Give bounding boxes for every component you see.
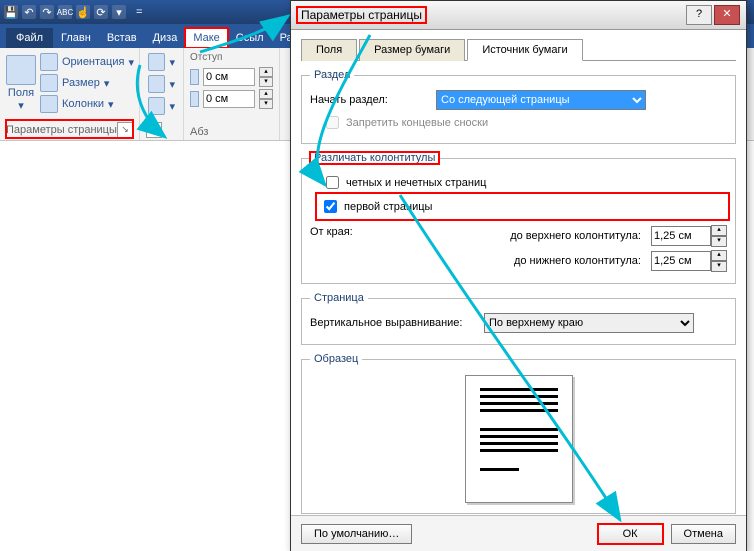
- tab-file[interactable]: Файл: [6, 28, 53, 48]
- margins-label: Поля: [8, 87, 34, 99]
- header-distance-label: до верхнего колонтитула:: [380, 230, 645, 242]
- spin-down[interactable]: ▾: [711, 261, 727, 272]
- paragraph-group-label: Абз: [190, 126, 208, 138]
- ok-button[interactable]: ОК: [598, 524, 663, 544]
- undo-icon[interactable]: ↶: [22, 5, 36, 19]
- suppress-endnotes-checkbox[interactable]: [326, 116, 339, 129]
- indent-left-input[interactable]: [203, 68, 255, 86]
- section-fieldset: Раздел Начать раздел: Со следующей стран…: [301, 69, 736, 144]
- tab-home[interactable]: Главн: [53, 28, 99, 48]
- columns-button[interactable]: Колонки▾: [38, 94, 136, 114]
- indent-right-input[interactable]: [203, 90, 255, 108]
- chevron-down-icon: ▾: [128, 56, 134, 69]
- section-start-label: Начать раздел:: [310, 94, 430, 106]
- tab-paper-source[interactable]: Источник бумаги: [467, 39, 582, 61]
- breaks-button[interactable]: ▾: [146, 52, 177, 72]
- indent-left-row: ▴▾: [190, 67, 273, 87]
- spin-down[interactable]: ▾: [259, 99, 273, 109]
- page-fieldset: Страница Вертикальное выравнивание: По в…: [301, 292, 736, 345]
- sample-fieldset: Образец: [301, 353, 736, 514]
- hyphenation-icon: [148, 97, 165, 115]
- page-setup-group-label: Параметры страницы: [6, 124, 117, 136]
- footer-distance-label: до нижнего колонтитула:: [380, 255, 645, 267]
- orientation-icon: [40, 53, 58, 71]
- abc-icon[interactable]: ABC: [58, 5, 72, 19]
- page-setup-group-footer: Параметры страницы ↘: [6, 120, 133, 138]
- page-legend: Страница: [310, 292, 368, 304]
- section-legend: Раздел: [310, 69, 354, 81]
- indent-right-row: ▴▾: [190, 89, 273, 109]
- size-button[interactable]: Размер▾: [38, 73, 136, 93]
- valign-select[interactable]: По верхнему краю: [484, 313, 694, 333]
- dropdown-icon[interactable]: ▾: [112, 5, 126, 19]
- columns-icon: [40, 95, 58, 113]
- suppress-endnotes-label: Запретить концевые сноски: [346, 117, 488, 129]
- tab-insert[interactable]: Встав: [99, 28, 145, 48]
- default-button[interactable]: По умолчанию…: [301, 524, 412, 544]
- headers-legend: Различать колонтитулы: [310, 152, 439, 164]
- page-setup-dialog-launcher[interactable]: ↘: [117, 122, 133, 138]
- line-numbers-ribbon-button[interactable]: ▾: [146, 74, 177, 94]
- breaks-icon: [148, 53, 165, 71]
- dialog-tabs: Поля Размер бумаги Источник бумаги: [301, 38, 736, 61]
- tab-layout[interactable]: Маке: [185, 28, 227, 48]
- touch-icon[interactable]: ☝: [76, 5, 90, 19]
- redo-icon[interactable]: ↷: [40, 5, 54, 19]
- page-setup-dialog: Параметры страницы ? ✕ Поля Размер бумаг…: [290, 0, 747, 551]
- page-preview: [465, 375, 573, 503]
- orientation-button[interactable]: Ориентация▾: [38, 52, 136, 72]
- line-numbers-icon: [148, 75, 165, 93]
- chevron-down-icon: ▾: [169, 56, 175, 69]
- tab-paper-size[interactable]: Размер бумаги: [359, 39, 465, 61]
- spin-up[interactable]: ▴: [259, 89, 273, 99]
- dialog-titlebar: Параметры страницы ? ✕: [291, 1, 746, 30]
- tab-design[interactable]: Диза: [145, 28, 186, 48]
- indent-label: Отступ: [190, 52, 273, 63]
- save-icon[interactable]: 💾: [4, 5, 18, 19]
- header-distance-input[interactable]: [651, 226, 711, 246]
- spin-up[interactable]: ▴: [259, 67, 273, 77]
- refresh-icon[interactable]: ⟳: [94, 5, 108, 19]
- section-start-select[interactable]: Со следующей страницы: [436, 90, 646, 110]
- margins-icon: [6, 55, 36, 85]
- size-icon: [40, 74, 58, 92]
- indent-right-icon: [190, 91, 199, 107]
- close-button[interactable]: ✕: [714, 5, 740, 25]
- headers-fieldset: Различать колонтитулы четных и нечетных …: [301, 152, 736, 284]
- chevron-down-icon: ▾: [18, 99, 24, 112]
- spin-down[interactable]: ▾: [711, 236, 727, 247]
- first-page-label: первой страницы: [344, 201, 432, 213]
- spin-up[interactable]: ▴: [711, 225, 727, 236]
- indent-left-icon: [190, 69, 199, 85]
- spin-down[interactable]: ▾: [259, 77, 273, 87]
- chevron-down-icon: ▾: [169, 100, 175, 113]
- help-button[interactable]: ?: [686, 5, 712, 25]
- footer-distance-input[interactable]: [651, 251, 711, 271]
- dialog-title: Параметры страницы: [297, 7, 426, 23]
- dialog-body: Поля Размер бумаги Источник бумаги Разде…: [291, 30, 746, 515]
- chevron-down-icon: ▾: [169, 78, 175, 91]
- tab-references[interactable]: Ссыл: [228, 28, 272, 48]
- first-page-checkbox[interactable]: [324, 200, 337, 213]
- tab-fields[interactable]: Поля: [301, 39, 357, 61]
- dialog-footer: По умолчанию… ОК Отмена: [291, 515, 746, 551]
- chevron-down-icon: ▾: [108, 98, 114, 111]
- chevron-down-icon: ▾: [104, 77, 110, 90]
- spin-up[interactable]: ▴: [711, 250, 727, 261]
- cancel-button[interactable]: Отмена: [671, 524, 736, 544]
- sample-legend: Образец: [310, 353, 362, 365]
- hyphenation-button[interactable]: ▾: [146, 96, 177, 116]
- odd-even-checkbox[interactable]: [326, 176, 339, 189]
- valign-label: Вертикальное выравнивание:: [310, 317, 478, 329]
- from-edge-label: От края:: [310, 222, 380, 275]
- breaks-dialog-launcher[interactable]: ↘: [146, 122, 162, 138]
- margins-button[interactable]: Поля ▾: [6, 52, 36, 114]
- odd-even-label: четных и нечетных страниц: [346, 177, 486, 189]
